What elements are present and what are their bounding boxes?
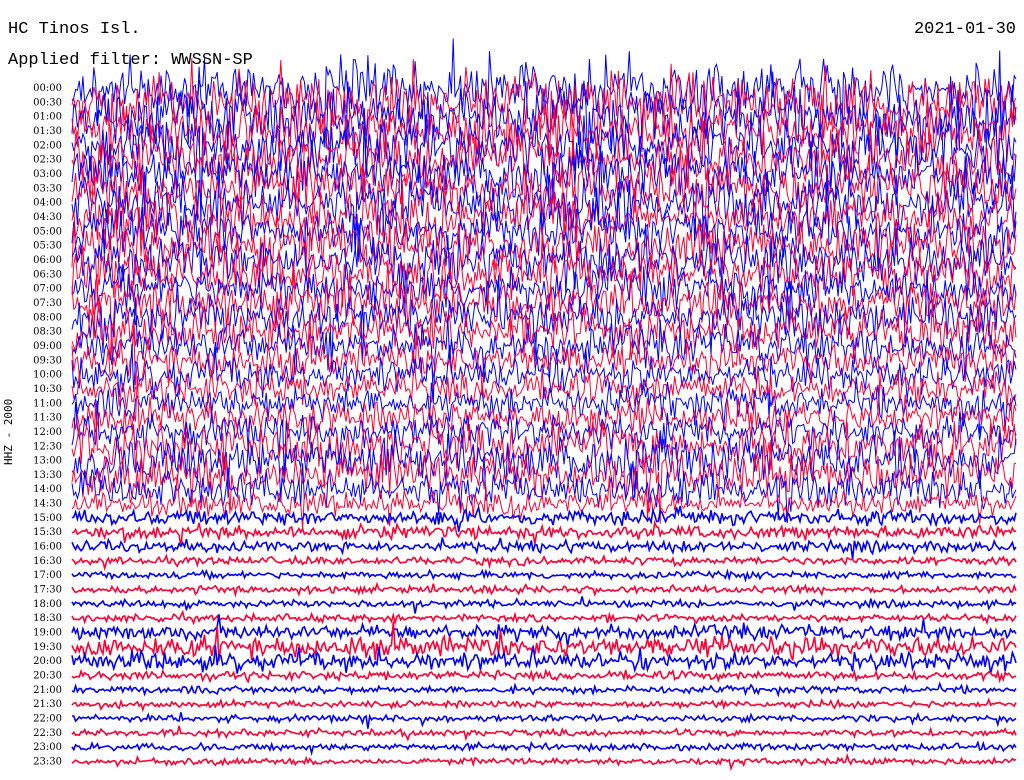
time-label: 02:30 — [33, 155, 62, 166]
trace-row — [71, 568, 1017, 583]
seismic-traces — [71, 38, 1017, 772]
time-label: 07:30 — [33, 298, 62, 309]
time-label: 04:30 — [33, 212, 62, 223]
time-label: 11:30 — [33, 413, 62, 424]
time-label: 17:00 — [33, 570, 62, 581]
trace-row — [71, 752, 1017, 772]
time-label: 05:30 — [33, 241, 62, 252]
trace-row — [71, 681, 1017, 698]
trace-row — [71, 609, 1017, 626]
time-label: 18:00 — [33, 599, 62, 610]
trace-row — [71, 581, 1017, 598]
time-label: 23:00 — [33, 742, 62, 753]
trace-row — [71, 553, 1017, 572]
time-label: 18:30 — [33, 613, 62, 624]
time-label: 10:30 — [33, 384, 62, 395]
trace-row — [71, 697, 1017, 713]
trace-row — [71, 504, 1017, 532]
time-label: 15:30 — [33, 527, 62, 538]
time-label: 12:30 — [33, 441, 62, 452]
time-label: 01:00 — [33, 112, 62, 123]
time-label: 10:00 — [33, 370, 62, 381]
time-label: 03:30 — [33, 183, 62, 194]
time-axis-labels: 00:00 00:30 01:00 01:30 02:00 02:30 03:00 03:30… — [33, 83, 62, 768]
helicorder-plot: 00:00 00:30 01:00 01:30 02:00 02:30 03:00 03:30… — [33, 38, 1017, 772]
time-label: 08:30 — [33, 327, 62, 338]
time-label: 00:00 — [33, 83, 62, 94]
time-label: 19:30 — [33, 642, 62, 653]
trace-row — [71, 668, 1017, 684]
trace-row — [71, 725, 1017, 742]
station-title: HC Tinos Isl. — [8, 20, 141, 39]
time-label: 11:00 — [33, 398, 62, 409]
time-label: 21:30 — [33, 699, 62, 710]
time-label: 02:00 — [33, 140, 62, 151]
time-label: 13:30 — [33, 470, 62, 481]
trace-row — [71, 596, 1017, 614]
time-label: 22:30 — [33, 728, 62, 739]
time-label: 23:30 — [33, 757, 62, 768]
time-label: 05:00 — [33, 226, 62, 237]
trace-row — [71, 739, 1017, 757]
time-label: 07:00 — [33, 284, 62, 295]
time-label: 09:00 — [33, 341, 62, 352]
time-label: 14:00 — [33, 484, 62, 495]
time-label: 14:30 — [33, 499, 62, 510]
time-label: 08:00 — [33, 312, 62, 323]
filter-label: Applied filter: WWSSN-SP — [8, 51, 253, 70]
time-label: 06:30 — [33, 269, 62, 280]
time-label: 03:00 — [33, 169, 62, 180]
date-label: 2021-01-30 — [913, 20, 1016, 39]
time-label: 12:00 — [33, 427, 62, 438]
time-label: 09:30 — [33, 355, 62, 366]
channel-label: HHZ - 2000 — [2, 398, 15, 465]
time-label: 13:00 — [33, 456, 62, 467]
time-label: 06:00 — [33, 255, 62, 266]
time-label: 20:00 — [33, 656, 62, 667]
trace-row — [71, 429, 1017, 503]
trace-row — [71, 711, 1017, 729]
time-label: 16:30 — [33, 556, 62, 567]
time-label: 21:00 — [33, 685, 62, 696]
time-label: 17:30 — [33, 585, 62, 596]
time-label: 01:30 — [33, 126, 62, 137]
time-label: 04:00 — [33, 198, 62, 209]
time-label: 20:30 — [33, 671, 62, 682]
time-label: 22:00 — [33, 714, 62, 725]
time-label: 15:00 — [33, 513, 62, 524]
time-label: 19:00 — [33, 628, 62, 639]
time-label: 00:30 — [33, 97, 62, 108]
time-label: 16:00 — [33, 542, 62, 553]
